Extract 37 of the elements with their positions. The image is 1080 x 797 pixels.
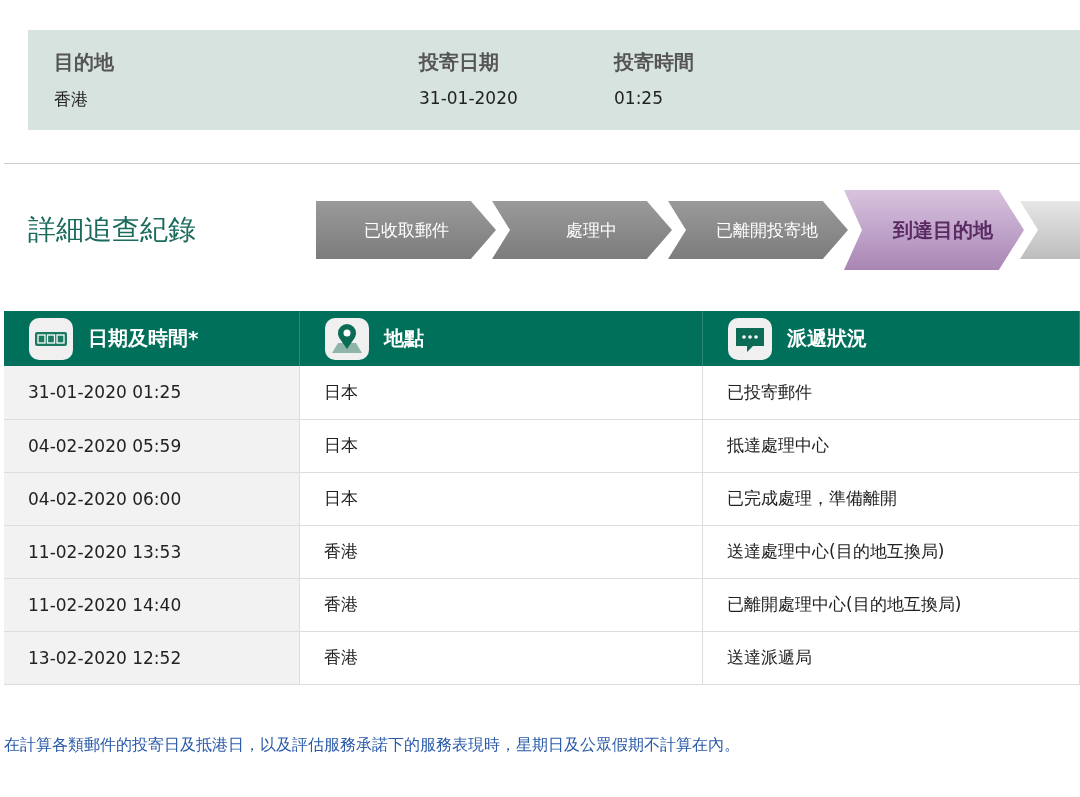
table-cell: 04-02-2020 06:00 — [4, 472, 300, 525]
summary-value: 香港 — [54, 88, 89, 111]
column-label: 地點 — [384, 325, 424, 352]
table-cell: 已完成處理，準備離開 — [702, 472, 1080, 525]
table-cell: 日本 — [299, 419, 703, 472]
table-cell: 香港 — [299, 578, 703, 631]
summary-value: 01:25 — [614, 88, 664, 110]
table-cell: 11-02-2020 14:40 — [4, 578, 300, 631]
table-cell: 香港 — [299, 631, 703, 684]
table-cell: 13-02-2020 12:52 — [4, 631, 300, 684]
table-cell: 日本 — [299, 366, 703, 419]
summary-label: 目的地 — [54, 49, 115, 76]
table-cell: 抵達處理中心 — [702, 419, 1080, 472]
table-cell: 日本 — [299, 472, 703, 525]
section-title: 詳細追查紀錄 — [28, 212, 197, 248]
chat-icon — [727, 316, 773, 361]
summary-value: 31-01-2020 — [419, 88, 519, 110]
summary-label: 投寄時間 — [614, 49, 695, 76]
table-cell: 已投寄郵件 — [702, 366, 1080, 419]
progress-step-chevron — [1020, 201, 1080, 259]
column-label: 派遞狀況 — [787, 325, 867, 352]
summary-label: 投寄日期 — [419, 49, 500, 76]
progress-step: 到達目的地 — [844, 190, 1024, 270]
table-cell: 31-01-2020 01:25 — [4, 366, 300, 419]
table-cell: 04-02-2020 05:59 — [4, 419, 300, 472]
table-cell: 送達處理中心(目的地互換局) — [702, 525, 1080, 578]
table-cell: 送達派遞局 — [702, 631, 1080, 684]
table-cell: 已離開處理中心(目的地互換局) — [702, 578, 1080, 631]
map-pin-icon — [324, 316, 370, 361]
table-cell: 11-02-2020 13:53 — [4, 525, 300, 578]
table-cell: 香港 — [299, 525, 703, 578]
column-label: 日期及時間* — [88, 325, 199, 352]
footnote: 在計算各類郵件的投寄日及抵港日，以及評估服務承諾下的服務表現時，星期日及公眾假期不計算在內。 — [4, 734, 741, 756]
progress-step: 處理中 — [492, 201, 672, 259]
progress-step: 已收取郵件 — [316, 201, 496, 259]
calendar-icon — [28, 316, 74, 361]
progress-step: 已離開投寄地 — [668, 201, 848, 259]
